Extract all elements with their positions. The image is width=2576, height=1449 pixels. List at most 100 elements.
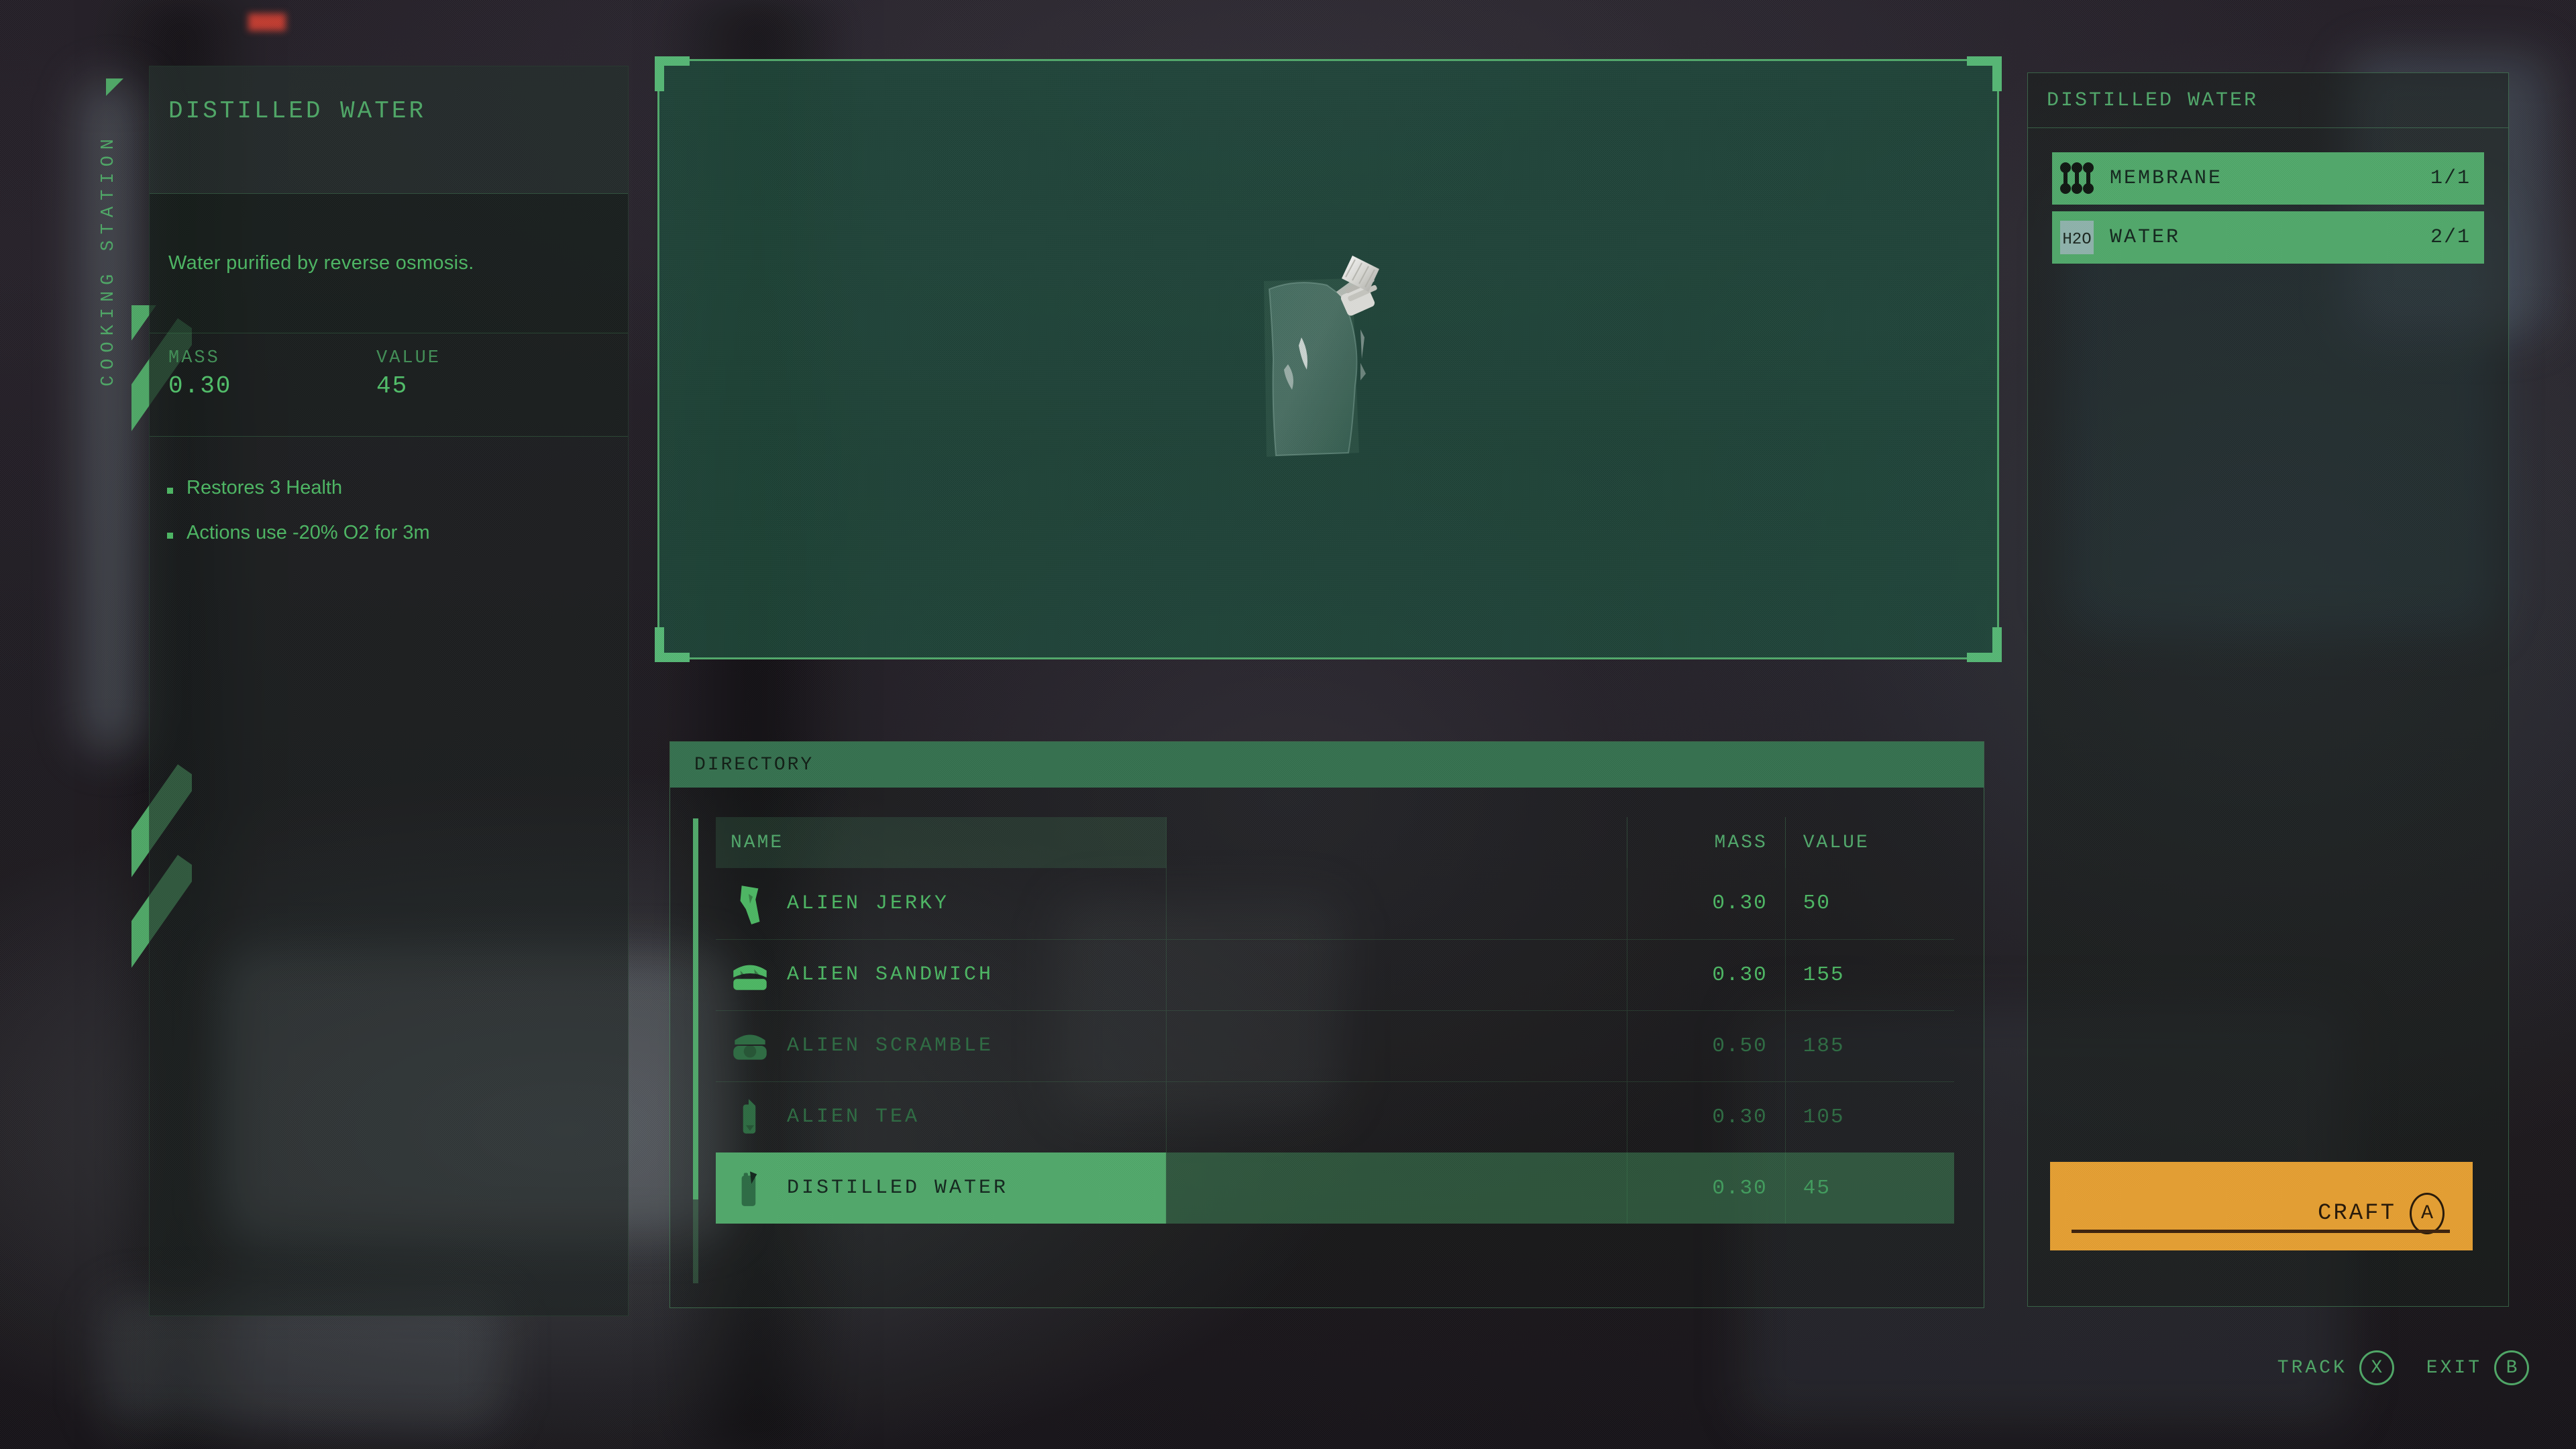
preview-corner-top-left (655, 56, 690, 91)
ingredient-qty: 1/1 (2430, 167, 2471, 190)
table-row[interactable]: ALIEN JERKY 0.30 50 (716, 868, 1954, 939)
preview-corner-bottom-right (1967, 627, 2002, 662)
membrane-icon (2060, 162, 2094, 194)
item-stats: MASS 0.30 VALUE 45 (150, 333, 628, 437)
table-row[interactable]: ALIEN SCRAMBLE 0.50 185 (716, 1010, 1954, 1081)
preview-edge-left (657, 59, 659, 659)
preview-edge-right (1997, 59, 1999, 659)
prompt-exit[interactable]: EXIT B (2426, 1350, 2529, 1385)
bg-indicator-light (248, 13, 286, 31)
row-spacer-cell (1166, 1010, 1627, 1081)
column-header-mass: MASS (1627, 817, 1786, 868)
item-description-box: Water purified by reverse osmosis. (150, 194, 628, 333)
craft-button[interactable]: CRAFT A (2050, 1162, 2473, 1250)
directory-body: NAME MASS VALUE ALIEN JERKY 0.30 50 ALIE… (670, 788, 1984, 1309)
table-row[interactable]: ALIEN SANDWICH 0.30 155 (716, 938, 1954, 1010)
prompt-track[interactable]: TRACK X (2277, 1350, 2394, 1385)
column-header-value: VALUE (1803, 832, 1870, 853)
row-name-cell[interactable]: ALIEN TEA (716, 1081, 1167, 1152)
ingredient-name: MEMBRANE (2110, 167, 2223, 190)
row-value: 155 (1785, 938, 1954, 1010)
water-pouch-icon (1264, 256, 1379, 457)
ingredient-qty: 2/1 (2430, 226, 2471, 249)
ingredient-row[interactable]: H2O WATER 2/1 (2052, 211, 2484, 264)
station-label: COOKING STATION (99, 132, 119, 387)
ingredient-name: WATER (2110, 226, 2181, 249)
recipe-title-box: DISTILLED WATER (2028, 73, 2508, 128)
distilled-water-icon (741, 1171, 757, 1207)
footer-prompts: TRACK X EXIT B (2245, 1350, 2529, 1385)
row-mass: 0.30 (1627, 1152, 1786, 1224)
row-name: ALIEN TEA (787, 1106, 920, 1128)
effect-item: Actions use -20% O2 for 3m (167, 522, 628, 544)
row-name-cell[interactable]: ALIEN SANDWICH (716, 938, 1167, 1010)
row-value: 50 (1803, 892, 1831, 916)
directory-header: DIRECTORY (670, 742, 1984, 788)
directory-scrollbar[interactable] (693, 818, 698, 1283)
stat-mass: MASS 0.30 (168, 348, 376, 436)
table-header-row: NAME MASS VALUE (716, 817, 1954, 868)
row-name: ALIEN JERKY (787, 892, 950, 915)
bullet-icon (167, 533, 173, 539)
recipe-ingredient-list: MEMBRANE 1/1 H2O WATER 2/1 (2028, 128, 2508, 264)
row-spacer-cell (1166, 1152, 1627, 1224)
alien-sandwich-icon (733, 965, 767, 990)
table-row[interactable]: ALIEN TEA 0.30 105 (716, 1081, 1954, 1152)
item-title: DISTILLED WATER (168, 97, 427, 125)
row-name-cell[interactable]: DISTILLED WATER (716, 1152, 1167, 1224)
row-spacer-cell (1166, 868, 1627, 939)
preview-edge-top (657, 59, 1999, 61)
row-name-cell[interactable]: ALIEN SCRAMBLE (716, 1010, 1167, 1081)
stat-mass-label: MASS (168, 348, 220, 368)
station-rail: COOKING STATION (64, 0, 192, 1449)
directory-table-head: NAME MASS VALUE (716, 817, 1954, 868)
directory-table-body: ALIEN JERKY 0.30 50 ALIEN SANDWICH 0.30 … (716, 868, 1954, 1224)
recipe-title: DISTILLED WATER (2047, 89, 2259, 112)
row-mass: 0.50 (1627, 1010, 1786, 1081)
item-description: Water purified by reverse osmosis. (168, 252, 474, 274)
row-mass: 0.30 (1627, 1081, 1786, 1152)
table-row[interactable]: DISTILLED WATER 0.30 45 (716, 1152, 1954, 1224)
gamepad-a-icon: A (2410, 1193, 2445, 1234)
bullet-icon (167, 488, 173, 494)
stat-value: VALUE 45 (376, 348, 584, 436)
gamepad-b-icon: B (2494, 1350, 2529, 1385)
item-effects-list: Restores 3 Health Actions use -20% O2 fo… (150, 437, 628, 544)
effect-item: Restores 3 Health (167, 477, 628, 499)
row-mass: 0.30 (1627, 938, 1786, 1010)
prompt-exit-label: EXIT (2426, 1357, 2482, 1379)
svg-text:H2O: H2O (2062, 231, 2091, 249)
gamepad-x-icon: X (2359, 1350, 2394, 1385)
row-spacer-cell (1166, 1081, 1627, 1152)
row-value: 105 (1785, 1081, 1954, 1152)
preview-edge-bottom (657, 657, 1999, 659)
column-header-name: NAME (716, 817, 1167, 868)
row-name: ALIEN SANDWICH (787, 963, 994, 986)
effect-text: Actions use -20% O2 for 3m (186, 522, 430, 543)
stat-value-value: 45 (376, 372, 409, 400)
row-name-cell[interactable]: ALIEN JERKY (716, 868, 1167, 939)
stat-value-label: VALUE (376, 348, 441, 368)
craft-button-content: CRAFT A (2318, 1193, 2445, 1234)
stat-mass-value: 0.30 (168, 372, 232, 400)
directory-panel: DIRECTORY NAME MASS VALUE ALIEN JERKY 0.… (669, 741, 1984, 1308)
item-info-panel: DISTILLED WATER Water purified by revers… (149, 66, 629, 1316)
row-name: ALIEN SCRAMBLE (787, 1034, 994, 1057)
ingredient-row[interactable]: MEMBRANE 1/1 (2052, 152, 2484, 205)
alien-scramble-icon (733, 1034, 767, 1060)
row-name: DISTILLED WATER (787, 1177, 1009, 1200)
row-value: 45 (1785, 1152, 1954, 1224)
effect-text: Restores 3 Health (186, 477, 343, 498)
item-title-box: DISTILLED WATER (150, 66, 628, 194)
preview-corner-bottom-left (655, 627, 690, 662)
craft-button-underline (2072, 1230, 2450, 1233)
preview-corner-top-right (1967, 56, 2002, 91)
recipe-panel: DISTILLED WATER MEMBRANE 1/1 H2O WATER 2… (2027, 72, 2509, 1307)
prompt-track-label: TRACK (2277, 1357, 2347, 1379)
directory-scrollbar-thumb[interactable] (693, 818, 698, 1200)
h2o-icon: H2O (2060, 221, 2094, 254)
row-mass: 0.30 (1627, 868, 1786, 939)
directory-header-label: DIRECTORY (694, 754, 814, 775)
alien-jerky-icon (740, 885, 760, 924)
alien-tea-icon (743, 1099, 756, 1134)
